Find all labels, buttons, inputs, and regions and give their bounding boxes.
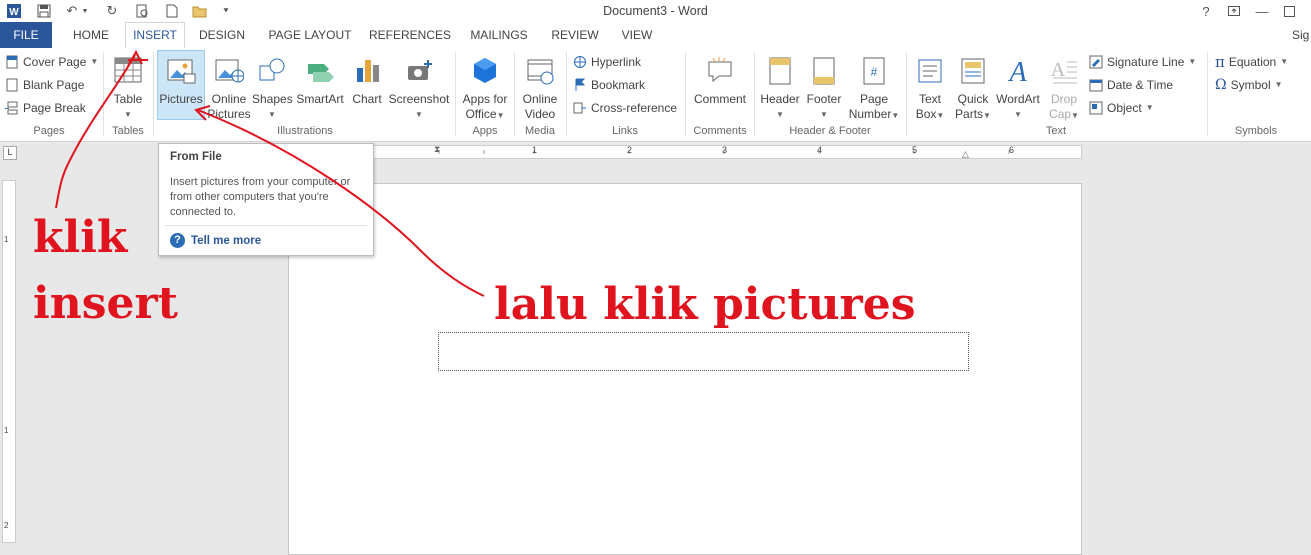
annotation-arrows [55,49,485,297]
annotation-klik: klik [33,212,128,263]
annotation-lalu-klik-pictures: lalu klik pictures [494,279,916,330]
annotation-insert: insert [33,278,178,329]
